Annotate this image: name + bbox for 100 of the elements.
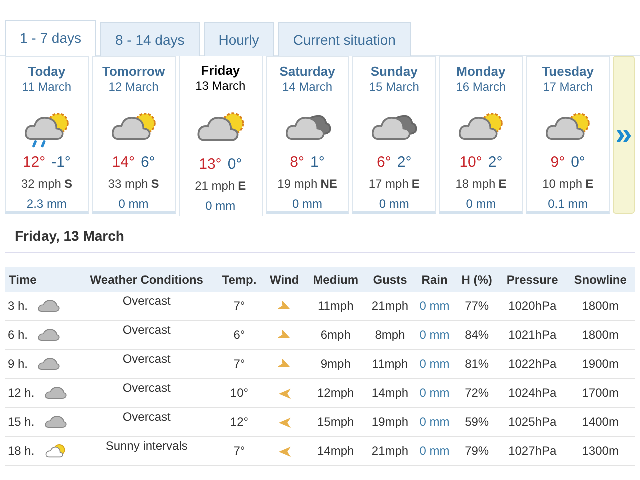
high-temp: 8° bbox=[290, 154, 304, 171]
temp-cell: 7° bbox=[215, 436, 264, 466]
gusts-cell: 21mph bbox=[366, 292, 414, 320]
column-header: Gusts bbox=[366, 267, 414, 292]
pressure-cell: 1027hPa bbox=[498, 436, 566, 466]
gusts-cell: 21mph bbox=[366, 436, 414, 466]
column-header: Wind bbox=[264, 267, 306, 292]
day-card[interactable]: Sunday 15 March 6° 2° 17 mph E 0 mm bbox=[352, 56, 436, 214]
day-date: 12 March bbox=[108, 80, 159, 94]
conditions-cell: Overcast bbox=[122, 294, 171, 308]
rain-cell: 0 mm bbox=[414, 292, 456, 320]
rain-amount: 0 mm bbox=[292, 197, 322, 211]
high-temp: 6° bbox=[377, 154, 392, 171]
day-card[interactable]: Tomorrow 12 March 14° 6° 33 mph S 0 mm bbox=[92, 56, 176, 214]
wind-direction: E bbox=[498, 177, 507, 191]
tab[interactable]: 1 - 7 days bbox=[5, 20, 96, 56]
column-header: Time bbox=[5, 267, 78, 292]
humidity-cell: 79% bbox=[455, 436, 499, 466]
day-date: 11 March bbox=[22, 80, 72, 94]
day-date: 16 March bbox=[456, 80, 506, 94]
rain-amount: 2.3 mm bbox=[26, 197, 67, 211]
wind-speed: 18 mph bbox=[456, 177, 496, 191]
conditions-cell: Overcast bbox=[122, 410, 171, 424]
snowline-cell: 1800m bbox=[566, 292, 635, 320]
pressure-cell: 1022hPa bbox=[498, 350, 566, 378]
rain-cell: 0 mm bbox=[414, 378, 456, 408]
cloud-icon bbox=[44, 386, 67, 400]
day-name: Tomorrow bbox=[102, 64, 166, 79]
tab[interactable]: Hourly bbox=[204, 22, 274, 56]
column-header: H (%) bbox=[455, 267, 499, 292]
wind-speed: 17 mph bbox=[368, 177, 409, 191]
low-temp: 2° bbox=[397, 154, 412, 171]
day-card[interactable]: Today 11 March 12° -1° 32 mph S 2.3 mm bbox=[5, 56, 89, 214]
rain-amount: 0 mm bbox=[118, 197, 149, 211]
high-temp: 14° bbox=[112, 154, 135, 171]
wind-direction: S bbox=[151, 177, 160, 191]
temp-cell: 12° bbox=[215, 408, 264, 436]
temp-cell: 7° bbox=[215, 292, 264, 320]
cloud-icon bbox=[38, 328, 60, 342]
time-cell: 9 h. bbox=[8, 357, 28, 371]
rain-amount: 0.1 mm bbox=[548, 197, 588, 211]
snowline-cell: 1800m bbox=[566, 320, 635, 350]
time-cell: 18 h. bbox=[8, 444, 35, 458]
column-header: Snowline bbox=[566, 267, 635, 292]
column-header: Pressure bbox=[498, 267, 566, 292]
gusts-cell: 19mph bbox=[366, 408, 414, 436]
wind-arrow-icon bbox=[278, 446, 292, 458]
wind-direction: E bbox=[586, 177, 594, 191]
day-date: 13 March bbox=[196, 79, 246, 93]
snowline-cell: 1700m bbox=[566, 378, 635, 408]
time-cell: 12 h. bbox=[8, 386, 35, 400]
gusts-cell: 8mph bbox=[366, 320, 414, 350]
day-heading: Friday, 13 March bbox=[5, 216, 635, 253]
pressure-cell: 1024hPa bbox=[498, 378, 566, 408]
column-header: Medium bbox=[306, 267, 366, 292]
day-card[interactable]: Friday 13 March 13° 0° 21 mph E 0 mm bbox=[178, 56, 263, 216]
snowline-cell: 1400m bbox=[566, 408, 635, 436]
rain-cell: 0 mm bbox=[414, 436, 456, 466]
humidity-cell: 81% bbox=[455, 350, 499, 378]
column-header: Temp. bbox=[215, 267, 264, 292]
column-header: Weather Conditions bbox=[78, 267, 216, 292]
low-temp: -1° bbox=[52, 154, 71, 171]
gusts-cell: 11mph bbox=[366, 350, 414, 378]
conditions-cell: Sunny intervals bbox=[106, 439, 188, 453]
time-cell: 3 h. bbox=[8, 299, 28, 313]
day-name: Saturday bbox=[280, 64, 336, 79]
rain-amount: 0 mm bbox=[379, 197, 410, 211]
tab[interactable]: 8 - 14 days bbox=[100, 22, 200, 56]
wind-direction: E bbox=[238, 179, 246, 193]
medium-cell: 15mph bbox=[306, 408, 366, 436]
day-card[interactable]: Monday 16 March 10° 2° 18 mph E 0 mm bbox=[439, 56, 524, 214]
wind-direction: S bbox=[64, 177, 72, 191]
medium-cell: 6mph bbox=[306, 320, 366, 350]
tab[interactable]: Current situation bbox=[278, 22, 411, 56]
day-name: Friday bbox=[201, 63, 240, 78]
conditions-cell: Overcast bbox=[122, 352, 171, 366]
day-name: Tuesday bbox=[542, 64, 594, 79]
pressure-cell: 1025hPa bbox=[498, 408, 566, 436]
low-temp: 2° bbox=[488, 154, 503, 171]
cloud-icon bbox=[44, 415, 67, 429]
medium-cell: 9mph bbox=[306, 350, 366, 378]
low-temp: 6° bbox=[140, 154, 156, 171]
snowline-cell: 1900m bbox=[566, 350, 635, 378]
medium-cell: 14mph bbox=[306, 436, 366, 466]
wind-arrow-icon bbox=[278, 416, 292, 429]
cloud-icon bbox=[38, 299, 60, 313]
time-cell: 15 h. bbox=[8, 415, 35, 429]
day-name: Today bbox=[28, 64, 66, 79]
day-date: 15 March bbox=[369, 80, 420, 94]
high-temp: 12° bbox=[22, 154, 46, 171]
pressure-cell: 1021hPa bbox=[498, 320, 566, 350]
humidity-cell: 72% bbox=[455, 378, 499, 408]
high-temp: 13° bbox=[199, 156, 222, 173]
high-temp: 9° bbox=[550, 154, 566, 171]
day-date: 17 March bbox=[543, 80, 594, 94]
pressure-cell: 1020hPa bbox=[498, 292, 566, 320]
day-card[interactable]: Tuesday 17 March 9° 0° 10 mph E 0.1 mm bbox=[526, 56, 610, 214]
rain-cell: 0 mm bbox=[414, 408, 456, 436]
snowline-cell: 1300m bbox=[566, 436, 635, 466]
day-card[interactable]: Saturday 14 March 8° 1° 19 mph NE 0 mm bbox=[266, 56, 350, 214]
